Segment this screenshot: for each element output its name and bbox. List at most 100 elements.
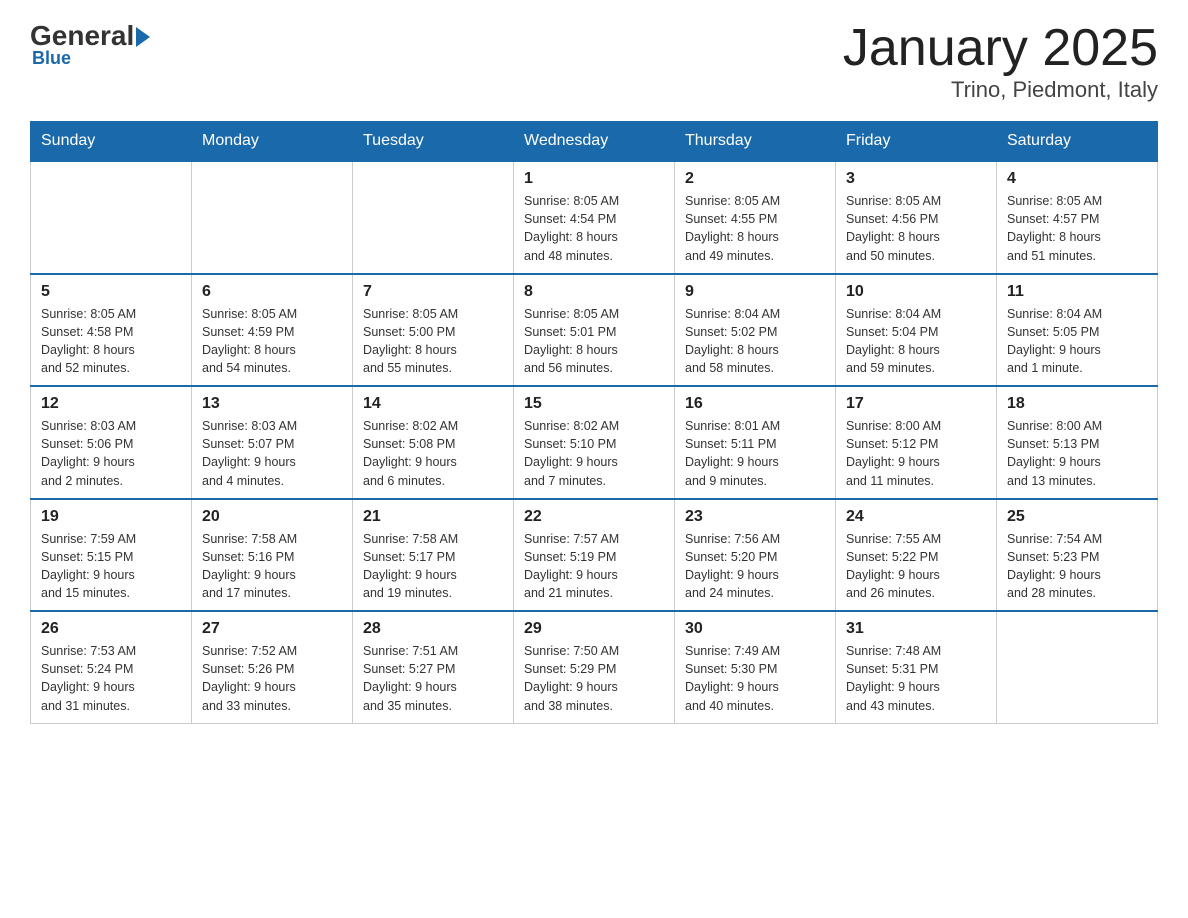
col-saturday: Saturday bbox=[997, 122, 1158, 162]
calendar-cell: 22Sunrise: 7:57 AM Sunset: 5:19 PM Dayli… bbox=[514, 499, 675, 612]
calendar-cell bbox=[31, 161, 192, 274]
day-info: Sunrise: 7:49 AM Sunset: 5:30 PM Dayligh… bbox=[685, 642, 825, 715]
day-number: 3 bbox=[846, 170, 986, 188]
calendar-cell: 13 Sunrise: 8:03 AM Sunset: 5:07 PM Dayli… bbox=[192, 386, 353, 499]
calendar-cell: 7 Sunrise: 8:05 AM Sunset: 5:00 PM Daylig… bbox=[353, 274, 514, 387]
calendar-cell: 5Sunrise: 8:05 AM Sunset: 4:58 PM Daylig… bbox=[31, 274, 192, 387]
calendar-location: Trino, Piedmont, Italy bbox=[843, 77, 1158, 103]
calendar-cell: 30Sunrise: 7:49 AM Sunset: 5:30 PM Dayli… bbox=[675, 611, 836, 723]
day-number: 28 bbox=[363, 620, 503, 638]
calendar-cell: 14Sunrise: 8:02 AM Sunset: 5:08 PM Dayli… bbox=[353, 386, 514, 499]
day-number: 9 bbox=[685, 283, 825, 301]
day-number: 5 bbox=[41, 283, 181, 301]
calendar-cell: 24Sunrise: 7:55 AM Sunset: 5:22 PM Dayli… bbox=[836, 499, 997, 612]
day-info: Sunrise: 8:01 AM Sunset: 5:11 PM Dayligh… bbox=[685, 417, 825, 490]
col-monday: Monday bbox=[192, 122, 353, 162]
day-info: Sunrise: 8:05 AM Sunset: 4:59 PM Dayligh… bbox=[202, 305, 342, 378]
day-info: Sunrise: 8:05 AM Sunset: 4:57 PM Dayligh… bbox=[1007, 192, 1147, 265]
calendar-cell: 29 Sunrise: 7:50 AM Sunset: 5:29 PM Dayli… bbox=[514, 611, 675, 723]
day-number: 2 bbox=[685, 170, 825, 188]
calendar-cell bbox=[353, 161, 514, 274]
calendar-cell: 3 Sunrise: 8:05 AM Sunset: 4:56 PM Daylig… bbox=[836, 161, 997, 274]
calendar-cell: 4 Sunrise: 8:05 AM Sunset: 4:57 PM Daylig… bbox=[997, 161, 1158, 274]
day-number: 24 bbox=[846, 508, 986, 526]
day-info: Sunrise: 7:59 AM Sunset: 5:15 PM Dayligh… bbox=[41, 530, 181, 603]
day-number: 29 bbox=[524, 620, 664, 638]
day-number: 14 bbox=[363, 395, 503, 413]
calendar-cell: 2 Sunrise: 8:05 AM Sunset: 4:55 PM Daylig… bbox=[675, 161, 836, 274]
day-info: Sunrise: 8:04 AM Sunset: 5:04 PM Dayligh… bbox=[846, 305, 986, 378]
title-block: January 2025 Trino, Piedmont, Italy bbox=[843, 20, 1158, 103]
day-info: Sunrise: 8:05 AM Sunset: 4:55 PM Dayligh… bbox=[685, 192, 825, 265]
day-number: 1 bbox=[524, 170, 664, 188]
day-info: Sunrise: 8:00 AM Sunset: 5:13 PM Dayligh… bbox=[1007, 417, 1147, 490]
logo-blue-label: Blue bbox=[32, 48, 71, 69]
col-sunday: Sunday bbox=[31, 122, 192, 162]
day-info: Sunrise: 8:05 AM Sunset: 4:56 PM Dayligh… bbox=[846, 192, 986, 265]
header: General Blue January 2025 Trino, Piedmon… bbox=[30, 20, 1158, 103]
day-info: Sunrise: 8:05 AM Sunset: 5:01 PM Dayligh… bbox=[524, 305, 664, 378]
day-number: 27 bbox=[202, 620, 342, 638]
col-wednesday: Wednesday bbox=[514, 122, 675, 162]
day-number: 26 bbox=[41, 620, 181, 638]
calendar-cell: 27 Sunrise: 7:52 AM Sunset: 5:26 PM Dayli… bbox=[192, 611, 353, 723]
calendar-cell bbox=[192, 161, 353, 274]
day-info: Sunrise: 7:48 AM Sunset: 5:31 PM Dayligh… bbox=[846, 642, 986, 715]
day-number: 13 bbox=[202, 395, 342, 413]
week-row-4: 19 Sunrise: 7:59 AM Sunset: 5:15 PM Dayli… bbox=[31, 499, 1158, 612]
day-info: Sunrise: 7:51 AM Sunset: 5:27 PM Dayligh… bbox=[363, 642, 503, 715]
day-number: 19 bbox=[41, 508, 181, 526]
week-row-5: 26 Sunrise: 7:53 AM Sunset: 5:24 PM Dayli… bbox=[31, 611, 1158, 723]
calendar-table: Sunday Monday Tuesday Wednesday Thursday… bbox=[30, 121, 1158, 724]
day-number: 21 bbox=[363, 508, 503, 526]
day-info: Sunrise: 8:00 AM Sunset: 5:12 PM Dayligh… bbox=[846, 417, 986, 490]
calendar-cell: 25 Sunrise: 7:54 AM Sunset: 5:23 PM Dayli… bbox=[997, 499, 1158, 612]
day-number: 22 bbox=[524, 508, 664, 526]
logo-arrow-icon bbox=[136, 27, 150, 47]
calendar-cell: 8 Sunrise: 8:05 AM Sunset: 5:01 PM Daylig… bbox=[514, 274, 675, 387]
calendar-cell: 31Sunrise: 7:48 AM Sunset: 5:31 PM Dayli… bbox=[836, 611, 997, 723]
day-number: 12 bbox=[41, 395, 181, 413]
calendar-cell: 10 Sunrise: 8:04 AM Sunset: 5:04 PM Dayli… bbox=[836, 274, 997, 387]
day-info: Sunrise: 7:58 AM Sunset: 5:17 PM Dayligh… bbox=[363, 530, 503, 603]
col-friday: Friday bbox=[836, 122, 997, 162]
day-info: Sunrise: 8:03 AM Sunset: 5:06 PM Dayligh… bbox=[41, 417, 181, 490]
day-info: Sunrise: 8:04 AM Sunset: 5:05 PM Dayligh… bbox=[1007, 305, 1147, 378]
day-number: 7 bbox=[363, 283, 503, 301]
calendar-cell: 20Sunrise: 7:58 AM Sunset: 5:16 PM Dayli… bbox=[192, 499, 353, 612]
day-number: 25 bbox=[1007, 508, 1147, 526]
calendar-header-row: Sunday Monday Tuesday Wednesday Thursday… bbox=[31, 122, 1158, 162]
calendar-cell: 1 Sunrise: 8:05 AM Sunset: 4:54 PM Daylig… bbox=[514, 161, 675, 274]
day-info: Sunrise: 7:50 AM Sunset: 5:29 PM Dayligh… bbox=[524, 642, 664, 715]
day-info: Sunrise: 8:05 AM Sunset: 5:00 PM Dayligh… bbox=[363, 305, 503, 378]
calendar-cell: 11Sunrise: 8:04 AM Sunset: 5:05 PM Dayli… bbox=[997, 274, 1158, 387]
day-info: Sunrise: 7:53 AM Sunset: 5:24 PM Dayligh… bbox=[41, 642, 181, 715]
calendar-title: January 2025 bbox=[843, 20, 1158, 77]
day-info: Sunrise: 7:52 AM Sunset: 5:26 PM Dayligh… bbox=[202, 642, 342, 715]
col-tuesday: Tuesday bbox=[353, 122, 514, 162]
calendar-cell: 21 Sunrise: 7:58 AM Sunset: 5:17 PM Dayli… bbox=[353, 499, 514, 612]
calendar-cell: 6Sunrise: 8:05 AM Sunset: 4:59 PM Daylig… bbox=[192, 274, 353, 387]
day-number: 15 bbox=[524, 395, 664, 413]
calendar-cell: 16Sunrise: 8:01 AM Sunset: 5:11 PM Dayli… bbox=[675, 386, 836, 499]
calendar-cell bbox=[997, 611, 1158, 723]
calendar-cell: 17 Sunrise: 8:00 AM Sunset: 5:12 PM Dayli… bbox=[836, 386, 997, 499]
calendar-cell: 9Sunrise: 8:04 AM Sunset: 5:02 PM Daylig… bbox=[675, 274, 836, 387]
day-number: 10 bbox=[846, 283, 986, 301]
calendar-cell: 19 Sunrise: 7:59 AM Sunset: 5:15 PM Dayli… bbox=[31, 499, 192, 612]
day-number: 20 bbox=[202, 508, 342, 526]
logo: General Blue bbox=[30, 20, 150, 69]
day-info: Sunrise: 8:05 AM Sunset: 4:54 PM Dayligh… bbox=[524, 192, 664, 265]
day-info: Sunrise: 7:54 AM Sunset: 5:23 PM Dayligh… bbox=[1007, 530, 1147, 603]
calendar-cell: 18Sunrise: 8:00 AM Sunset: 5:13 PM Dayli… bbox=[997, 386, 1158, 499]
week-row-3: 12 Sunrise: 8:03 AM Sunset: 5:06 PM Dayli… bbox=[31, 386, 1158, 499]
calendar-cell: 28 Sunrise: 7:51 AM Sunset: 5:27 PM Dayli… bbox=[353, 611, 514, 723]
day-info: Sunrise: 8:03 AM Sunset: 5:07 PM Dayligh… bbox=[202, 417, 342, 490]
day-number: 17 bbox=[846, 395, 986, 413]
calendar-cell: 12 Sunrise: 8:03 AM Sunset: 5:06 PM Dayli… bbox=[31, 386, 192, 499]
day-number: 23 bbox=[685, 508, 825, 526]
week-row-2: 5Sunrise: 8:05 AM Sunset: 4:58 PM Daylig… bbox=[31, 274, 1158, 387]
calendar-cell: 15Sunrise: 8:02 AM Sunset: 5:10 PM Dayli… bbox=[514, 386, 675, 499]
day-number: 8 bbox=[524, 283, 664, 301]
day-number: 4 bbox=[1007, 170, 1147, 188]
